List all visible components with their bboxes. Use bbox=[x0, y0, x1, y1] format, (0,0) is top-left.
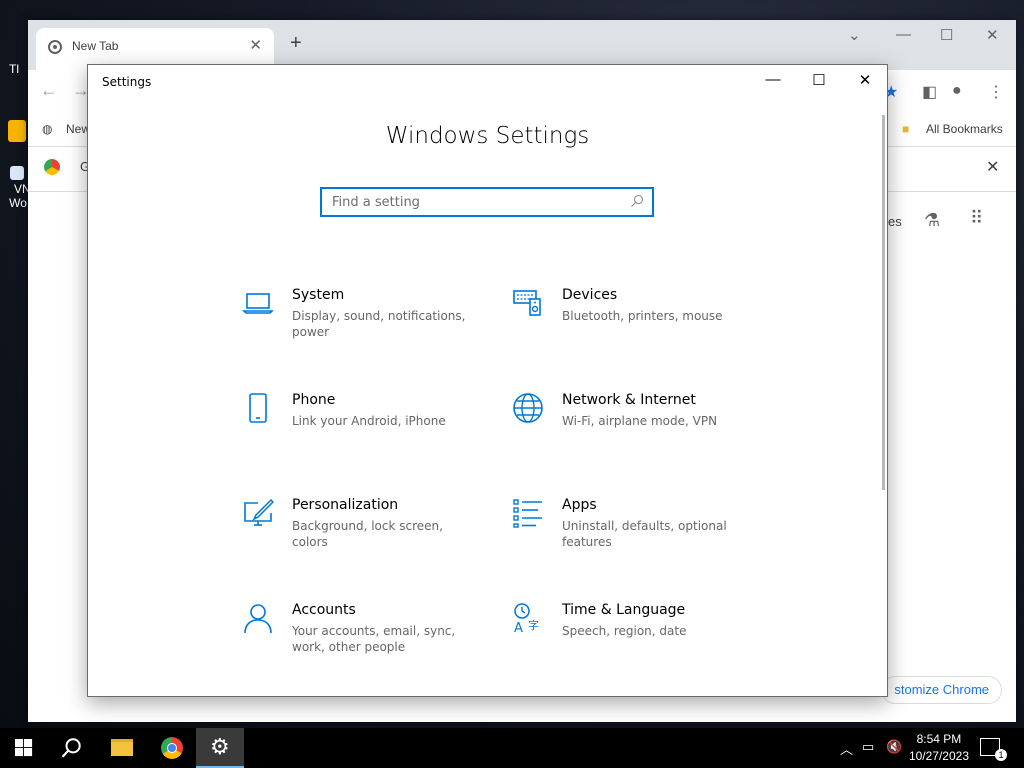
paint-monitor-icon bbox=[244, 498, 274, 526]
tile-network[interactable]: Network & Internet Wi-Fi, airplane mode,… bbox=[512, 392, 752, 462]
search-icon bbox=[631, 194, 644, 207]
shortcut-icon bbox=[10, 166, 24, 180]
tile-system[interactable]: System Display, sound, notifications, po… bbox=[242, 287, 482, 357]
ntp-link-partial[interactable]: es bbox=[888, 214, 902, 229]
tray-chevron-icon[interactable]: ︿ bbox=[840, 739, 853, 758]
customize-chrome-label: stomize Chrome bbox=[894, 682, 989, 697]
tile-description: Your accounts, email, sync, work, other … bbox=[292, 624, 456, 654]
chrome-favicon-icon bbox=[48, 40, 62, 54]
start-button[interactable] bbox=[0, 728, 48, 768]
globe-icon bbox=[513, 393, 543, 423]
tile-title: Time & Language bbox=[562, 602, 686, 618]
tab-search-icon[interactable]: ⌄ bbox=[848, 26, 861, 44]
notification-count-badge: 1 bbox=[995, 749, 1007, 761]
taskbar-search-button[interactable] bbox=[48, 728, 96, 768]
vmware-icon bbox=[8, 120, 26, 142]
taskbar: ⚙ ︿ ▭ 🔇 8:54 PM 10/27/2023 1 bbox=[0, 728, 1024, 768]
desktop-icon-1-label: Tl bbox=[9, 62, 19, 76]
tile-title: Network & Internet bbox=[562, 392, 696, 408]
desktop-icon-2-label-b: Wo bbox=[9, 196, 27, 210]
keyboard-speaker-icon bbox=[513, 290, 541, 316]
globe-bookmark-icon: ◍ bbox=[42, 122, 53, 136]
apps-grid-icon[interactable]: ⠿ bbox=[970, 208, 983, 229]
tile-devices[interactable]: Devices Bluetooth, printers, mouse bbox=[512, 287, 752, 357]
tile-accounts[interactable]: Accounts Your accounts, email, sync, wor… bbox=[242, 602, 482, 672]
tile-title: System bbox=[292, 287, 345, 303]
chrome-logo-icon bbox=[44, 159, 60, 175]
taskbar-file-explorer[interactable] bbox=[98, 728, 146, 768]
settings-titlebar[interactable]: Settings — ☐ ✕ bbox=[88, 65, 887, 99]
tab-close-icon[interactable]: ✕ bbox=[249, 36, 262, 54]
clock-date: 10/27/2023 bbox=[908, 749, 969, 763]
svg-text:字: 字 bbox=[528, 618, 539, 632]
tile-personalization[interactable]: Personalization Background, lock screen,… bbox=[242, 497, 482, 567]
tile-title: Accounts bbox=[292, 602, 356, 618]
person-icon bbox=[244, 604, 272, 634]
gear-icon: ⚙ bbox=[210, 735, 230, 760]
action-center-button[interactable]: 1 bbox=[980, 738, 1007, 761]
infobar-close-icon[interactable]: ✕ bbox=[986, 157, 999, 177]
settings-window: Settings — ☐ ✕ Windows Settings System D… bbox=[87, 64, 888, 697]
profile-avatar-icon[interactable]: ● bbox=[952, 82, 962, 100]
folder-icon bbox=[111, 739, 133, 756]
laptop-icon bbox=[242, 293, 274, 314]
labs-flask-icon[interactable]: ⚗ bbox=[924, 210, 940, 231]
tile-description: Background, lock screen, colors bbox=[292, 519, 443, 549]
settings-close-button[interactable]: ✕ bbox=[842, 71, 888, 93]
side-panel-icon[interactable]: ◧ bbox=[922, 82, 937, 102]
tile-title: Apps bbox=[562, 497, 597, 513]
desktop-icon-1[interactable]: Tl bbox=[0, 62, 28, 76]
taskbar-chrome[interactable] bbox=[148, 728, 196, 768]
network-icon[interactable]: ▭ bbox=[862, 739, 874, 755]
tab-title: New Tab bbox=[72, 39, 119, 53]
magnifier-icon bbox=[61, 738, 81, 758]
tile-title: Personalization bbox=[292, 497, 399, 513]
system-clock[interactable]: 8:54 PM 10/27/2023 bbox=[909, 731, 969, 765]
folder-icon: ■ bbox=[902, 122, 910, 136]
settings-window-title: Settings bbox=[102, 75, 152, 89]
phone-icon bbox=[249, 393, 267, 423]
tile-description: Wi-Fi, airplane mode, VPN bbox=[562, 414, 718, 428]
desktop-icon-2[interactable]: VN Wo bbox=[0, 166, 31, 210]
svg-text:A: A bbox=[514, 621, 523, 634]
desktop-icon-2-label-a: VN bbox=[14, 182, 31, 196]
all-bookmarks-link[interactable]: All Bookmarks bbox=[926, 122, 1003, 136]
chrome-close-button[interactable]: ✕ bbox=[986, 26, 999, 44]
settings-maximize-button[interactable]: ☐ bbox=[796, 71, 842, 93]
chrome-menu-icon[interactable]: ⋮ bbox=[988, 82, 1004, 102]
clock-time: 8:54 PM bbox=[916, 732, 962, 746]
desktop-icon-vmware[interactable] bbox=[0, 120, 28, 144]
search-input[interactable] bbox=[322, 189, 632, 215]
tile-time-language[interactable]: A 字 Time & Language Speech, region, date bbox=[512, 602, 752, 672]
apps-list-icon bbox=[513, 499, 542, 528]
tile-apps[interactable]: Apps Uninstall, defaults, optional featu… bbox=[512, 497, 752, 567]
customize-chrome-button[interactable]: stomize Chrome bbox=[881, 676, 1002, 704]
settings-scrollbar[interactable] bbox=[882, 115, 885, 490]
tile-phone[interactable]: Phone Link your Android, iPhone bbox=[242, 392, 482, 462]
chrome-minimize-button[interactable]: — bbox=[896, 26, 911, 43]
tile-description: Display, sound, notifications, power bbox=[292, 309, 466, 339]
taskbar-settings[interactable]: ⚙ bbox=[196, 728, 244, 768]
tile-description: Link your Android, iPhone bbox=[292, 414, 446, 428]
chrome-tabstrip: New Tab ✕ + ⌄ — ☐ ✕ bbox=[28, 20, 1016, 70]
chrome-maximize-button[interactable]: ☐ bbox=[940, 26, 953, 44]
chrome-logo-icon bbox=[161, 737, 183, 759]
tile-description: Bluetooth, printers, mouse bbox=[562, 309, 723, 323]
windows-logo-icon bbox=[15, 739, 33, 757]
tile-title: Devices bbox=[562, 287, 618, 303]
back-arrow-icon[interactable]: ← bbox=[40, 80, 58, 101]
settings-minimize-button[interactable]: — bbox=[750, 71, 796, 93]
new-tab-button[interactable]: + bbox=[290, 32, 302, 55]
time-language-icon: A 字 bbox=[514, 603, 539, 634]
search-box[interactable] bbox=[320, 187, 654, 217]
page-title: Windows Settings bbox=[385, 123, 590, 149]
tile-description: Speech, region, date bbox=[562, 624, 687, 638]
volume-muted-icon[interactable]: 🔇 bbox=[886, 739, 902, 755]
tile-title: Phone bbox=[292, 392, 336, 408]
tile-description: Uninstall, defaults, optional features bbox=[562, 519, 727, 549]
